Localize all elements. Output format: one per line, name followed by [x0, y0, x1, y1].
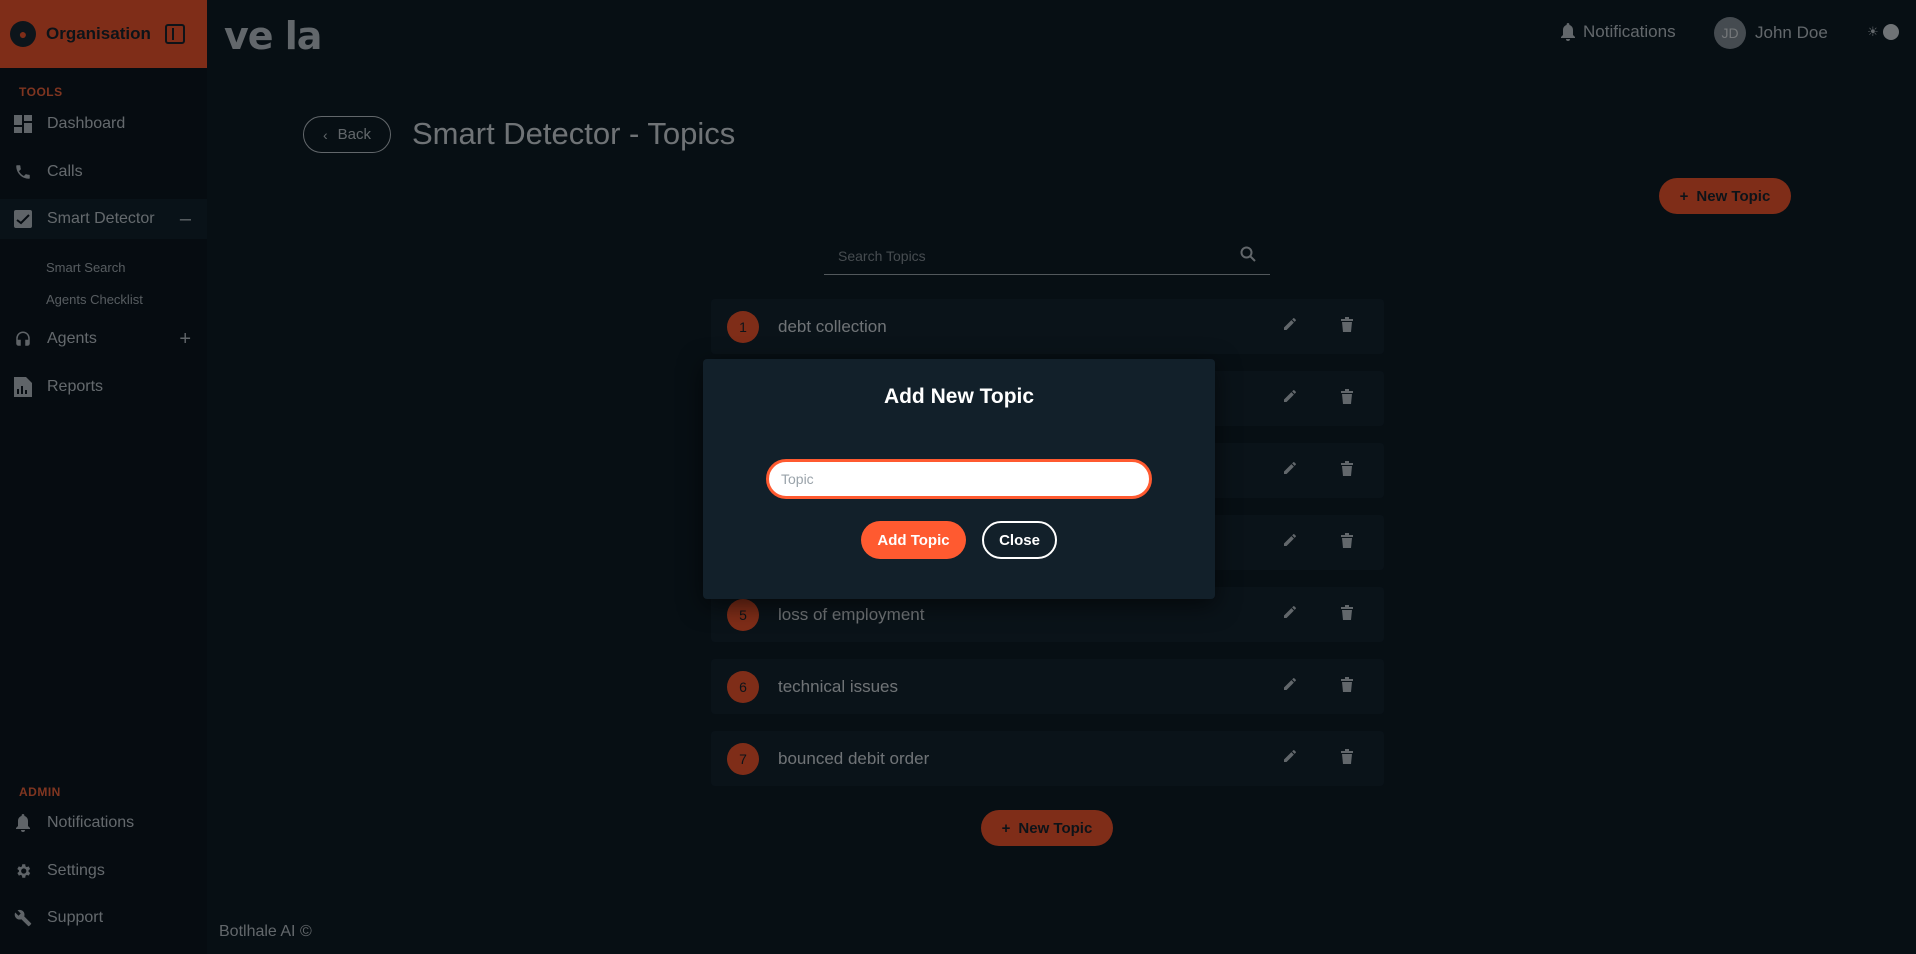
dialog-title: Add New Topic — [883, 385, 1035, 408]
topic-input[interactable] — [766, 459, 1152, 499]
add-topic-dialog: Add New Topic Add Topic Close — [703, 359, 1215, 599]
add-topic-button[interactable]: Add Topic — [861, 521, 966, 559]
close-button[interactable]: Close — [982, 521, 1057, 559]
